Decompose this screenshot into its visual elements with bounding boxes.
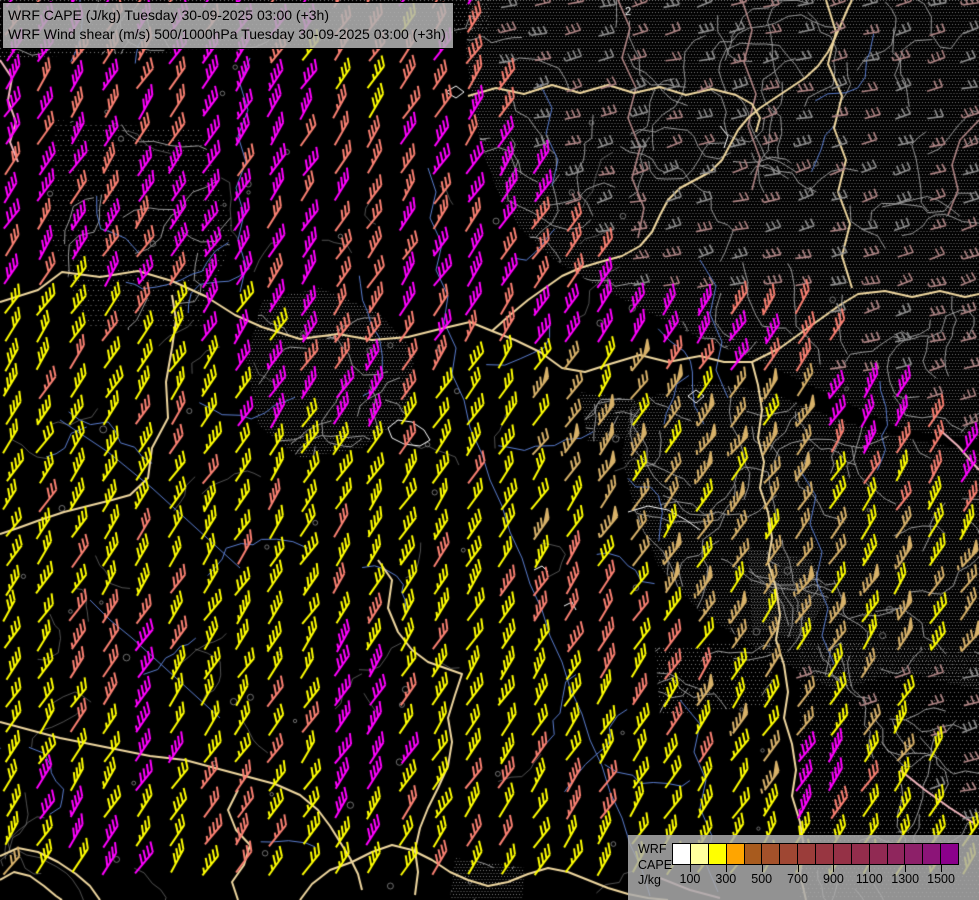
cape-colorbar-cell	[798, 844, 816, 864]
legend-label: WRF CAPE J/kg	[638, 842, 672, 889]
legend-tick	[833, 865, 835, 872]
cape-colorbar-cell	[816, 844, 834, 864]
cape-colorbar-cell	[690, 844, 709, 864]
cape-colorbar-cell	[708, 844, 727, 864]
legend-tick	[761, 865, 763, 872]
legend-tick	[797, 865, 799, 872]
cape-legend: WRF CAPE J/kg 100 300 500 700 900 1100 1300 150…	[628, 835, 979, 900]
legend-tick-label: 1300	[891, 872, 920, 886]
legend-tick	[689, 865, 691, 872]
legend-tick	[905, 865, 907, 872]
legend-tick-label: 1100	[855, 872, 883, 886]
cape-colorbar-cell	[833, 844, 852, 864]
legend-tick-label: 500	[751, 872, 773, 886]
weather-map-canvas	[0, 0, 979, 900]
legend-label-variable: CAPE	[638, 857, 673, 872]
legend-tick-label: 100	[679, 872, 701, 886]
cape-colorbar-cell	[762, 844, 781, 864]
cape-colorbar-cell	[726, 844, 745, 864]
cape-colorbar-cell	[869, 844, 888, 864]
legend-tick-label: 300	[715, 872, 737, 886]
cape-colorbar-cell	[905, 844, 924, 864]
title-line-cape: WRF CAPE (J/kg) Tuesday 30-09-2025 03:00…	[8, 7, 329, 23]
legend-tick-label: 1500	[927, 872, 955, 886]
legend-label-model: WRF	[638, 842, 667, 856]
cape-colorbar-cell	[673, 844, 691, 864]
cape-colorbar-cell	[780, 844, 799, 864]
legend-tick	[725, 865, 727, 872]
title-line-shear: WRF Wind shear (m/s) 500/1000hPa Tuesday…	[8, 26, 446, 42]
legend-tick	[941, 865, 943, 872]
legend-tick-label: 700	[787, 872, 808, 886]
cape-colorbar	[672, 843, 959, 865]
legend-tick-label: 900	[823, 872, 844, 886]
cape-colorbar-cell	[851, 844, 870, 864]
wrf-weather-map-frame: WRF CAPE (J/kg) Tuesday 30-09-2025 03:00…	[0, 0, 979, 900]
cape-colorbar-cell	[744, 844, 763, 864]
title-bar: WRF CAPE (J/kg) Tuesday 30-09-2025 03:00…	[2, 2, 454, 49]
legend-tick	[869, 865, 871, 872]
cape-colorbar-cell	[887, 844, 906, 864]
legend-label-unit: J/kg	[638, 873, 661, 887]
cape-colorbar-cell	[923, 844, 942, 864]
cape-colorbar-cell	[941, 844, 958, 864]
